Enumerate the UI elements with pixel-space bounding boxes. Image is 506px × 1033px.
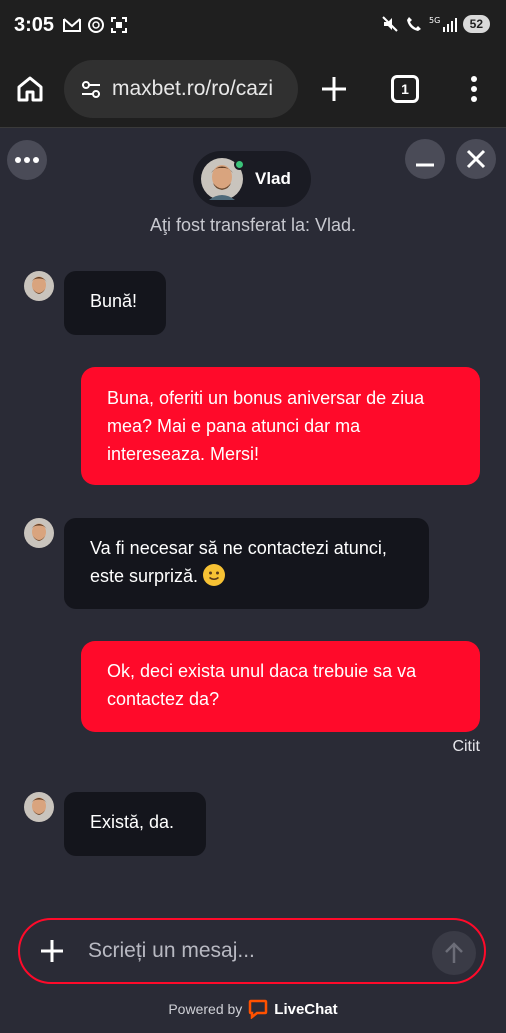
ellipsis-icon — [15, 157, 39, 163]
powered-by-footer[interactable]: Powered by LiveChat — [0, 999, 506, 1019]
read-receipt: Citit — [452, 738, 480, 755]
more-menu-icon[interactable] — [462, 74, 486, 104]
message-bubble-agent: Va fi necesar să ne contactezi atunci, e… — [64, 518, 429, 609]
svg-text:5G: 5G — [429, 16, 440, 25]
screenshot-icon — [111, 17, 127, 33]
minimize-icon — [416, 163, 434, 167]
agent-avatar-small — [24, 792, 54, 822]
chatgpt-icon — [88, 17, 104, 33]
livechat-logo-icon — [249, 999, 268, 1019]
message-bubble-agent: Bună! — [64, 271, 166, 335]
powered-by-label: Powered by — [168, 1001, 243, 1017]
close-icon — [466, 149, 486, 169]
agent-avatar — [201, 158, 245, 200]
chat-window: Vlad Aţi fost transferat la: Vlad. Bună!… — [0, 129, 506, 1033]
wifi-call-icon — [406, 17, 421, 31]
livechat-brand: LiveChat — [274, 1000, 338, 1018]
agent-header: Vlad — [193, 151, 311, 207]
send-button[interactable] — [432, 931, 476, 975]
5g-signal-icon: 5G — [429, 16, 457, 32]
minimize-button[interactable] — [405, 139, 445, 179]
mute-icon — [381, 16, 398, 32]
notification-icons — [62, 16, 128, 34]
message-text: Va fi necesar să ne contactezi atunci, e… — [90, 538, 387, 586]
agent-avatar-small — [24, 518, 54, 548]
message-composer — [18, 918, 486, 984]
address-bar[interactable]: maxbet.ro/ro/cazi — [64, 60, 298, 118]
system-icons: 5G 52 — [381, 15, 490, 33]
message-bubble-agent: Există, da. — [64, 792, 206, 856]
online-status-indicator — [234, 159, 245, 170]
chat-options-button[interactable] — [7, 140, 47, 180]
agent-name: Vlad — [255, 169, 291, 188]
tab-switcher-button[interactable]: 1 — [391, 75, 419, 103]
close-button[interactable] — [456, 139, 496, 179]
status-time: 3:05 — [14, 14, 55, 36]
site-settings-icon[interactable] — [80, 78, 102, 100]
add-attachment-icon[interactable] — [38, 937, 66, 965]
browser-toolbar: maxbet.ro/ro/cazi 1 — [0, 50, 506, 128]
tab-count: 1 — [401, 81, 409, 97]
slightly-smiling-emoji-icon — [203, 564, 226, 586]
url-text: maxbet.ro/ro/cazi — [112, 77, 274, 100]
message-input[interactable] — [88, 932, 418, 970]
home-icon[interactable] — [14, 73, 46, 105]
battery-icon: 52 — [462, 15, 490, 33]
message-bubble-user: Ok, deci exista unul daca trebuie sa va … — [81, 641, 480, 732]
transfer-notice: Aţi fost transferat la: Vlad. — [149, 215, 357, 235]
status-bar: 3:05 5G 52 — [0, 0, 506, 50]
agent-avatar-small — [24, 271, 54, 301]
message-bubble-user: Buna, oferiti un bonus aniversar de ziua… — [81, 367, 480, 485]
new-tab-icon[interactable] — [318, 73, 350, 105]
gmail-icon — [63, 18, 81, 32]
arrow-up-icon — [445, 942, 463, 963]
